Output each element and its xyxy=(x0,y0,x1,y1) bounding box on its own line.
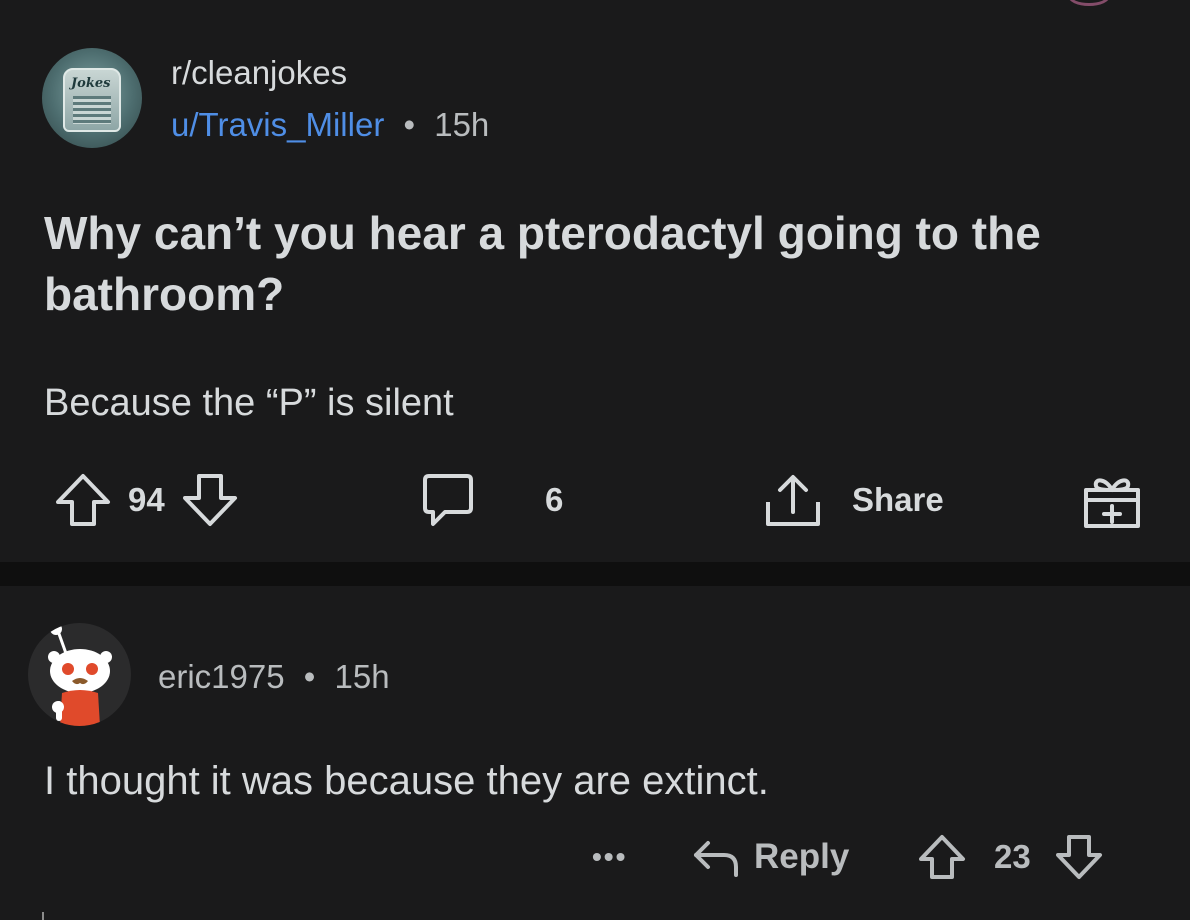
comment-more-button[interactable]: ••• xyxy=(592,832,627,882)
gift-award-icon xyxy=(1080,468,1144,532)
comment-author[interactable]: eric1975 xyxy=(158,658,285,695)
subreddit-name[interactable]: r/cleanjokes xyxy=(171,54,347,92)
subreddit-avatar-logo: Jokes xyxy=(71,76,111,91)
comment-meta-separator: • xyxy=(303,658,316,695)
share-label: Share xyxy=(852,481,944,518)
post-title[interactable]: Why can’t you hear a pterodactyl going t… xyxy=(44,203,1044,325)
vote-group: 94 xyxy=(52,470,241,530)
subreddit-avatar[interactable]: Jokes xyxy=(42,48,142,148)
comment-downvote-arrow-icon[interactable] xyxy=(1053,832,1105,882)
corner-decoration xyxy=(1068,0,1110,6)
comment-meta: eric1975 • 15h xyxy=(158,658,390,696)
upvote-arrow-icon[interactable] xyxy=(52,470,114,530)
post-meta: u/Travis_Miller • 15h xyxy=(171,106,489,144)
reply-button[interactable]: Reply xyxy=(690,832,849,882)
comment-body: I thought it was because they are extinc… xyxy=(44,759,769,803)
comment-score: 23 xyxy=(994,838,1031,875)
comment-card: eric1975 • 15h I thought it was because … xyxy=(0,586,1190,920)
award-button[interactable] xyxy=(1080,470,1144,530)
bottom-edge-mark xyxy=(42,912,44,920)
section-divider xyxy=(0,562,1190,586)
reply-label: Reply xyxy=(754,837,850,876)
radio-icon: Jokes xyxy=(63,68,121,132)
comment-bubble-icon xyxy=(415,470,481,530)
share-button[interactable]: Share xyxy=(760,470,944,530)
downvote-arrow-icon[interactable] xyxy=(179,470,241,530)
post-age: 15h xyxy=(434,106,490,143)
more-options-icon: ••• xyxy=(592,841,628,872)
post-author[interactable]: u/Travis_Miller xyxy=(171,106,384,143)
share-upload-icon xyxy=(760,470,826,530)
post-body: Because the “P” is silent xyxy=(44,382,454,424)
post-score: 94 xyxy=(128,481,165,518)
comment-age: 15h xyxy=(334,658,390,695)
comments-button[interactable]: 6 xyxy=(415,470,563,530)
comment-count: 6 xyxy=(545,481,564,518)
comment-upvote-arrow-icon[interactable] xyxy=(916,832,968,882)
radio-grille xyxy=(73,96,111,124)
reply-arrow-icon xyxy=(690,835,742,879)
meta-separator: • xyxy=(403,106,416,143)
snoo-avatar[interactable] xyxy=(28,623,131,726)
comment-vote-group: 23 xyxy=(916,832,1105,882)
post-card: Jokes r/cleanjokes u/Travis_Miller • 15h… xyxy=(0,0,1190,562)
